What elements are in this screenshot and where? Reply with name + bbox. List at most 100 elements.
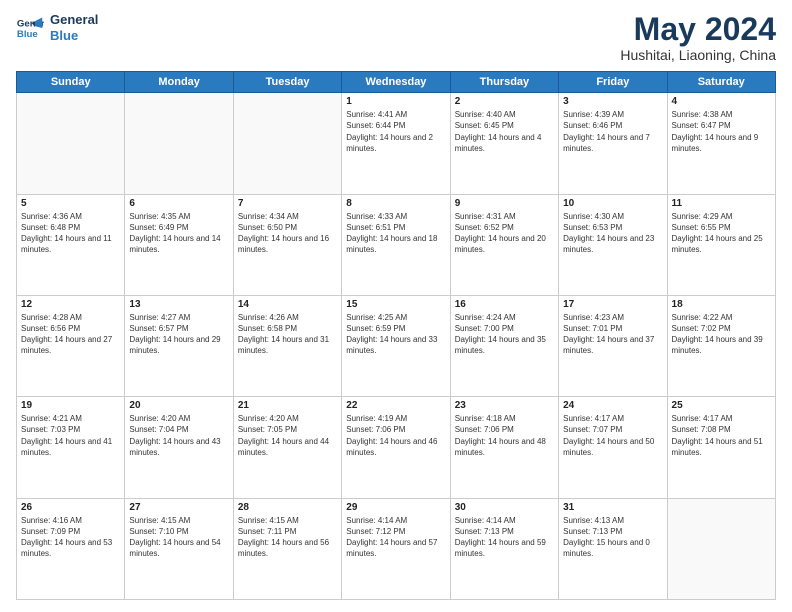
day-info: Sunrise: 4:29 AMSunset: 6:55 PMDaylight:… [672,211,771,256]
day-info: Sunrise: 4:41 AMSunset: 6:44 PMDaylight:… [346,109,445,154]
day-info: Sunrise: 4:16 AMSunset: 7:09 PMDaylight:… [21,515,120,560]
calendar-cell: 6Sunrise: 4:35 AMSunset: 6:49 PMDaylight… [125,194,233,295]
day-number: 17 [563,299,662,310]
weekday-header: Sunday [17,72,125,93]
calendar-cell: 8 Sunrise: 4:33 AMSunset: 6:51 PMDaylight… [342,194,450,295]
title-block: May 2024 Hushitai, Liaoning, China [620,12,776,63]
page: General Blue General Blue May 2024 Hushi… [0,0,792,612]
svg-text:Blue: Blue [17,28,38,39]
weekday-header: Friday [559,72,667,93]
calendar-cell [233,93,341,194]
day-number: 26 [21,502,120,513]
day-number: 11 [672,198,771,209]
day-number: 21 [238,400,337,411]
day-number: 30 [455,502,554,513]
day-number: 2 [455,96,554,107]
calendar-cell: 31 Sunrise: 4:13 AMSunset: 7:13 PMDayligh… [559,498,667,599]
day-info: Sunrise: 4:17 AMSunset: 7:07 PMDaylight:… [563,413,662,458]
calendar-cell: 1Sunrise: 4:41 AMSunset: 6:44 PMDaylight… [342,93,450,194]
day-info: Sunrise: 4:28 AMSunset: 6:56 PMDaylight:… [21,312,120,357]
day-info: Sunrise: 4:25 AMSunset: 6:59 PMDaylight:… [346,312,445,357]
week-row: 12 Sunrise: 4:28 AMSunset: 6:56 PMDayligh… [17,295,776,396]
day-number: 23 [455,400,554,411]
calendar-cell: 19 Sunrise: 4:21 AMSunset: 7:03 PMDayligh… [17,397,125,498]
day-number: 25 [672,400,771,411]
day-info: Sunrise: 4:22 AMSunset: 7:02 PMDaylight:… [672,312,771,357]
day-info: Sunrise: 4:23 AMSunset: 7:01 PMDaylight:… [563,312,662,357]
day-number: 15 [346,299,445,310]
week-row: 26 Sunrise: 4:16 AMSunset: 7:09 PMDayligh… [17,498,776,599]
day-number: 9 [455,198,554,209]
weekday-header: Saturday [667,72,775,93]
weekday-header-row: SundayMondayTuesdayWednesdayThursdayFrid… [17,72,776,93]
day-info: Sunrise: 4:18 AMSunset: 7:06 PMDaylight:… [455,413,554,458]
week-row: 1Sunrise: 4:41 AMSunset: 6:44 PMDaylight… [17,93,776,194]
calendar-cell: 13 Sunrise: 4:27 AMSunset: 6:57 PMDayligh… [125,295,233,396]
day-number: 27 [129,502,228,513]
day-number: 16 [455,299,554,310]
day-number: 12 [21,299,120,310]
calendar-cell: 9Sunrise: 4:31 AMSunset: 6:52 PMDaylight… [450,194,558,295]
calendar-cell: 29 Sunrise: 4:14 AMSunset: 7:12 PMDayligh… [342,498,450,599]
logo: General Blue General Blue [16,12,98,43]
day-number: 28 [238,502,337,513]
day-number: 8 [346,198,445,209]
calendar-cell: 26 Sunrise: 4:16 AMSunset: 7:09 PMDayligh… [17,498,125,599]
day-info: Sunrise: 4:39 AMSunset: 6:46 PMDaylight:… [563,109,662,154]
day-info: Sunrise: 4:30 AMSunset: 6:53 PMDaylight:… [563,211,662,256]
week-row: 19 Sunrise: 4:21 AMSunset: 7:03 PMDayligh… [17,397,776,498]
day-number: 19 [21,400,120,411]
calendar-cell: 15 Sunrise: 4:25 AMSunset: 6:59 PMDayligh… [342,295,450,396]
calendar-cell: 3Sunrise: 4:39 AMSunset: 6:46 PMDaylight… [559,93,667,194]
calendar-cell: 20 Sunrise: 4:20 AMSunset: 7:04 PMDayligh… [125,397,233,498]
day-number: 14 [238,299,337,310]
calendar-cell [125,93,233,194]
day-info: Sunrise: 4:24 AMSunset: 7:00 PMDaylight:… [455,312,554,357]
calendar-cell: 18Sunrise: 4:22 AMSunset: 7:02 PMDayligh… [667,295,775,396]
weekday-header: Tuesday [233,72,341,93]
calendar-cell: 2 Sunrise: 4:40 AMSunset: 6:45 PMDaylight… [450,93,558,194]
day-info: Sunrise: 4:40 AMSunset: 6:45 PMDaylight:… [455,109,554,154]
month-title: May 2024 [620,12,776,47]
calendar-cell: 30 Sunrise: 4:14 AMSunset: 7:13 PMDayligh… [450,498,558,599]
day-number: 20 [129,400,228,411]
day-number: 29 [346,502,445,513]
weekday-header: Monday [125,72,233,93]
header: General Blue General Blue May 2024 Hushi… [16,12,776,63]
day-number: 24 [563,400,662,411]
day-info: Sunrise: 4:15 AMSunset: 7:11 PMDaylight:… [238,515,337,560]
logo-general: General [50,12,98,28]
weekday-header: Thursday [450,72,558,93]
calendar-cell: 10Sunrise: 4:30 AMSunset: 6:53 PMDayligh… [559,194,667,295]
day-number: 31 [563,502,662,513]
day-number: 13 [129,299,228,310]
calendar-table: SundayMondayTuesdayWednesdayThursdayFrid… [16,71,776,600]
calendar-cell: 7Sunrise: 4:34 AMSunset: 6:50 PMDaylight… [233,194,341,295]
day-info: Sunrise: 4:13 AMSunset: 7:13 PMDaylight:… [563,515,662,560]
calendar-cell: 25 Sunrise: 4:17 AMSunset: 7:08 PMDayligh… [667,397,775,498]
day-info: Sunrise: 4:33 AMSunset: 6:51 PMDaylight:… [346,211,445,256]
day-info: Sunrise: 4:14 AMSunset: 7:12 PMDaylight:… [346,515,445,560]
calendar-cell: 12 Sunrise: 4:28 AMSunset: 6:56 PMDayligh… [17,295,125,396]
week-row: 5 Sunrise: 4:36 AMSunset: 6:48 PMDaylight… [17,194,776,295]
weekday-header: Wednesday [342,72,450,93]
day-info: Sunrise: 4:20 AMSunset: 7:05 PMDaylight:… [238,413,337,458]
calendar-cell: 16 Sunrise: 4:24 AMSunset: 7:00 PMDayligh… [450,295,558,396]
day-number: 5 [21,198,120,209]
day-info: Sunrise: 4:17 AMSunset: 7:08 PMDaylight:… [672,413,771,458]
day-info: Sunrise: 4:36 AMSunset: 6:48 PMDaylight:… [21,211,120,256]
day-info: Sunrise: 4:21 AMSunset: 7:03 PMDaylight:… [21,413,120,458]
calendar-cell [17,93,125,194]
day-number: 4 [672,96,771,107]
location-title: Hushitai, Liaoning, China [620,47,776,63]
calendar-cell: 14 Sunrise: 4:26 AMSunset: 6:58 PMDayligh… [233,295,341,396]
day-info: Sunrise: 4:20 AMSunset: 7:04 PMDaylight:… [129,413,228,458]
calendar-cell: 22Sunrise: 4:19 AMSunset: 7:06 PMDayligh… [342,397,450,498]
logo-blue: Blue [50,28,98,44]
day-info: Sunrise: 4:26 AMSunset: 6:58 PMDaylight:… [238,312,337,357]
calendar-cell: 28 Sunrise: 4:15 AMSunset: 7:11 PMDayligh… [233,498,341,599]
calendar-cell: 27Sunrise: 4:15 AMSunset: 7:10 PMDayligh… [125,498,233,599]
day-number: 7 [238,198,337,209]
day-info: Sunrise: 4:27 AMSunset: 6:57 PMDaylight:… [129,312,228,357]
day-info: Sunrise: 4:14 AMSunset: 7:13 PMDaylight:… [455,515,554,560]
